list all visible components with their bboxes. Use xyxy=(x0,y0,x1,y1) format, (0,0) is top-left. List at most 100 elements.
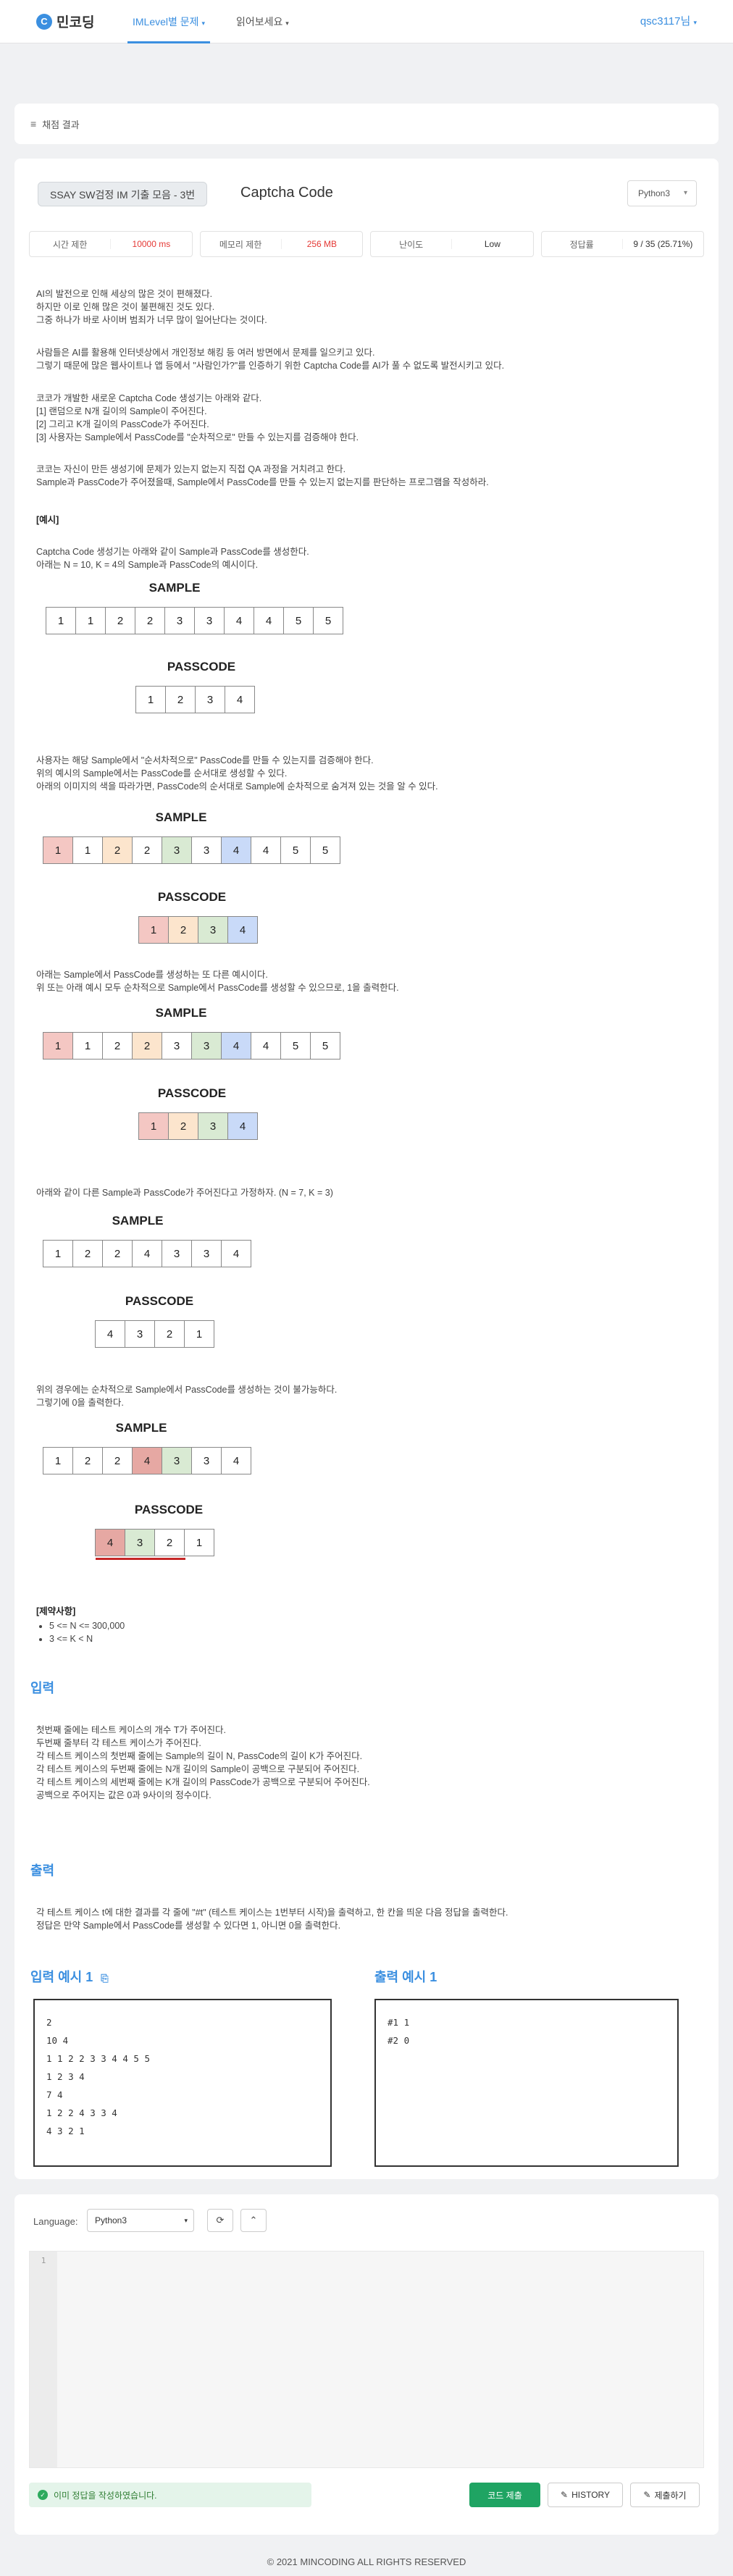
sample-cell: 3 xyxy=(194,607,225,634)
submit-code-button[interactable]: 코드 제출 xyxy=(469,2483,540,2507)
pencil-icon: ✎ xyxy=(561,2490,569,2500)
sample-cell: 4 xyxy=(221,836,251,864)
language-pill[interactable]: Python3 ▾ xyxy=(627,180,697,206)
sample-cell: 4 xyxy=(221,1032,251,1060)
copy-icon[interactable]: ⎘ xyxy=(101,1973,108,1984)
output-heading: 출력 xyxy=(30,1863,55,1878)
para3-text: 코코가 개발한 새로운 Captcha Code 생성기는 아래와 같다. [1… xyxy=(36,392,359,444)
intro-text: AI의 발전으로 인해 세상의 많은 것이 편해졌다. 하지만 이로 인해 많은… xyxy=(36,288,267,327)
sample-row: 1224334 xyxy=(43,1240,251,1267)
pencil-icon: ✎ xyxy=(643,2490,651,2500)
sample-cell: 3 xyxy=(162,1447,192,1474)
sample-cell: 2 xyxy=(135,607,165,634)
passcode-cell: 2 xyxy=(154,1529,185,1556)
check-circle-icon: ✓ xyxy=(38,2490,48,2500)
info-value: Low xyxy=(451,239,532,249)
para4-text: 코코는 자신이 만든 생성기에 문제가 있는지 없는지 직접 QA 과정을 거치… xyxy=(36,463,489,489)
sample-cell: 3 xyxy=(191,1240,222,1267)
input-example-heading-text: 입력 예시 1 xyxy=(30,1970,93,1984)
category-badge[interactable]: SSAY SW검정 IM 기출 모음 - 3번 xyxy=(38,182,208,206)
text-line: [3] 사용자는 Sample에서 PassCode를 "순차적으로" 만들 수… xyxy=(36,432,359,442)
sample-cell: 4 xyxy=(221,1447,251,1474)
language-select-value: Python3 xyxy=(95,2215,127,2225)
text-line: 사람들은 AI를 활용해 인터넷상에서 개인정보 해킹 등 여러 방면에서 문제… xyxy=(36,348,375,358)
nav-item-readme[interactable]: 읽어보세요 ▾ xyxy=(236,0,289,43)
sample-cell: 1 xyxy=(43,1240,73,1267)
constraints-label: [제약사항] xyxy=(36,1606,76,1616)
text-line: 각 테스트 케이스 t에 대한 결과를 각 줄에 "#t" (테스트 케이스는 … xyxy=(36,1908,508,1918)
sample-cell: 2 xyxy=(102,1032,133,1060)
sample-cell: 1 xyxy=(43,1032,73,1060)
code-editor[interactable]: 1 xyxy=(29,2251,704,2468)
info-value: 9 / 35 (25.71%) xyxy=(621,239,703,249)
nav-item-readme-label: 읽어보세요 xyxy=(236,16,283,28)
sample-cell: 1 xyxy=(43,1447,73,1474)
passcode-title: PASSCODE xyxy=(157,890,227,904)
sample-row: 1122334455 xyxy=(46,607,343,634)
result-bar[interactable]: ≡ 채점 결과 xyxy=(14,104,719,144)
history-label: HISTORY xyxy=(571,2490,610,2500)
text-line: 코코가 개발한 새로운 Captcha Code 생성기는 아래와 같다. xyxy=(36,393,262,403)
passcode-cell: 2 xyxy=(168,1112,198,1140)
text-line: 위의 예시의 Sample에서는 PassCode를 순서대로 생성할 수 있다… xyxy=(36,768,288,779)
constraints: [제약사항] 5 <= N <= 300,000 3 <= K < N xyxy=(36,1605,125,1645)
text-line: 아래와 같이 다른 Sample과 PassCode가 주어진다고 가정하자. … xyxy=(36,1188,333,1198)
language-label: Language: xyxy=(33,2216,78,2227)
sample-row: 1122334455 xyxy=(43,1032,340,1060)
passcode-title: PASSCODE xyxy=(157,1086,227,1100)
another-text: 아래는 Sample에서 PassCode를 생성하는 또 다른 예시이다. 위… xyxy=(36,968,399,994)
sample-cell: 4 xyxy=(221,1240,251,1267)
passcode-cell: 3 xyxy=(195,686,225,713)
sample-cell: 5 xyxy=(313,607,343,634)
sample-cell: 2 xyxy=(132,1032,162,1060)
sample-cell: 3 xyxy=(164,607,195,634)
input-heading: 입력 xyxy=(30,1681,55,1695)
history-button[interactable]: ✎ HISTORY xyxy=(548,2483,623,2507)
text-line: 그렇기 때문에 많은 웹사이트나 앱 등에서 "사람인가?"를 인증하기 위한 … xyxy=(36,361,505,371)
sample-cell: 1 xyxy=(72,836,103,864)
info-key: 정답률 xyxy=(569,239,594,250)
sample-cell: 2 xyxy=(102,836,133,864)
user-menu[interactable]: qsc3117님 ▾ xyxy=(640,0,697,43)
sample-row: 1122334455 xyxy=(43,836,340,864)
sample-cell: 4 xyxy=(251,836,281,864)
sample-cell: 4 xyxy=(132,1240,162,1267)
info-value: 256 MB xyxy=(280,239,362,249)
info-key: 난이도 xyxy=(399,239,424,250)
text-line: Sample과 PassCode가 주어졌을때, Sample에서 PassCo… xyxy=(36,477,489,487)
sample-cell: 5 xyxy=(310,836,340,864)
submit-button[interactable]: ✎ 제출하기 xyxy=(630,2483,700,2507)
language-select[interactable]: Python3 ▾ xyxy=(87,2209,194,2232)
text-line: 코코는 자신이 만든 생성기에 문제가 있는지 없는지 직접 QA 과정을 거치… xyxy=(36,464,346,474)
passcode-cell: 2 xyxy=(168,916,198,944)
nav-item-levels-label: IMLevel별 문제 xyxy=(133,16,199,28)
sample-cell: 4 xyxy=(132,1447,162,1474)
sample-cell: 3 xyxy=(191,1447,222,1474)
info-key: 메모리 제한 xyxy=(219,239,262,250)
text-line: 그렇기에 0을 출력한다. xyxy=(36,1398,124,1408)
sample-cell: 5 xyxy=(280,836,311,864)
text-line: [2] 그리고 K개 길이의 PassCode가 주어진다. xyxy=(36,419,209,429)
text-line: 정답은 만약 Sample에서 PassCode를 생성할 수 있다면 1, 아… xyxy=(36,1921,341,1931)
output-example-heading: 출력 예시 1 xyxy=(374,1970,437,1984)
sample-cell: 4 xyxy=(224,607,254,634)
reset-button[interactable]: ⟳ xyxy=(207,2209,233,2232)
sample-cell: 3 xyxy=(162,1240,192,1267)
output-text: 각 테스트 케이스 t에 대한 결과를 각 줄에 "#t" (테스트 케이스는 … xyxy=(36,1906,508,1932)
line-gutter: 1 xyxy=(30,2252,57,2467)
sample-cell: 2 xyxy=(102,1240,133,1267)
logo[interactable]: C 민코딩 xyxy=(36,12,94,31)
chevron-down-icon: ▾ xyxy=(693,19,697,26)
passcode-cell: 4 xyxy=(95,1320,125,1348)
sample-cell: 1 xyxy=(43,836,73,864)
nav-item-levels[interactable]: IMLevel별 문제 ▾ xyxy=(127,0,210,43)
text-line: 위 또는 아래 예시 모두 순차적으로 Sample에서 PassCode를 생… xyxy=(36,983,399,993)
passcode-cell: 2 xyxy=(165,686,196,713)
example-label-text: [예시] xyxy=(36,515,59,525)
sample-title: SAMPLE xyxy=(155,810,207,824)
passcode-cell: 1 xyxy=(184,1529,214,1556)
passcode-cell: 1 xyxy=(184,1320,214,1348)
collapse-button[interactable]: ⌃ xyxy=(240,2209,267,2232)
sample-cell: 2 xyxy=(72,1240,103,1267)
logo-text: 민코딩 xyxy=(56,15,95,30)
